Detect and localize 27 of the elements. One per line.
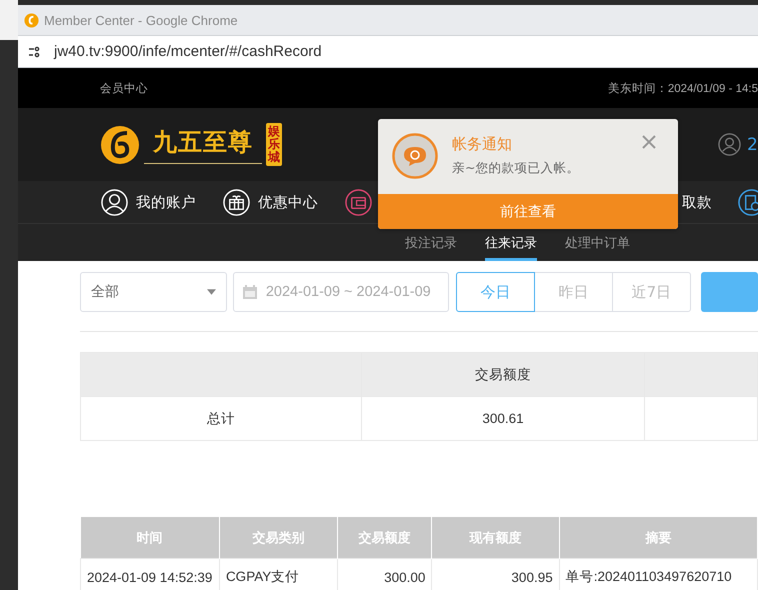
address-field[interactable]: jw40.tv:9900/infe/mcenter/#/cashRecord [54,43,322,60]
username-text[interactable]: 2 [747,134,758,154]
table-cell: 300.61 [361,396,645,440]
column-header: 交易额度 [361,352,645,396]
table-cell: CGPAY支付 [219,558,338,590]
dropdown-caret-icon [206,289,216,295]
table-cell: 2024-01-09 14:52:39 [80,558,220,590]
wallet-icon[interactable] [345,188,372,216]
notification-message: 亲~您的款项已入帐。 [452,160,580,177]
type-dropdown[interactable]: 全部 [80,272,227,312]
table-cell: 总计 [80,396,362,440]
member-center-label: 会员中心 [100,81,148,96]
logo-icon [24,12,39,28]
eastern-time-text: 美东时间：2024/01/09 - 14:5 [608,81,758,96]
site-logo[interactable]: 九五至尊 娱乐城 [100,122,282,166]
nav-link[interactable]: 我的账户 [136,192,196,212]
money-message-icon [392,133,438,179]
table-cell: 单号:202401103497620710 [559,558,758,590]
notification-title: 帐务通知 [452,135,513,154]
calendar-icon [242,284,258,300]
gift-icon[interactable] [223,188,250,216]
table-cell: 300.95 [432,558,560,590]
table-cell: 300.00 [338,558,432,590]
nav-link[interactable]: 优惠中心 [258,192,318,212]
window-title: Member Center - Google Chrome [44,12,238,28]
record-icon[interactable] [738,188,758,216]
nav-link[interactable]: 取款 [682,192,712,212]
